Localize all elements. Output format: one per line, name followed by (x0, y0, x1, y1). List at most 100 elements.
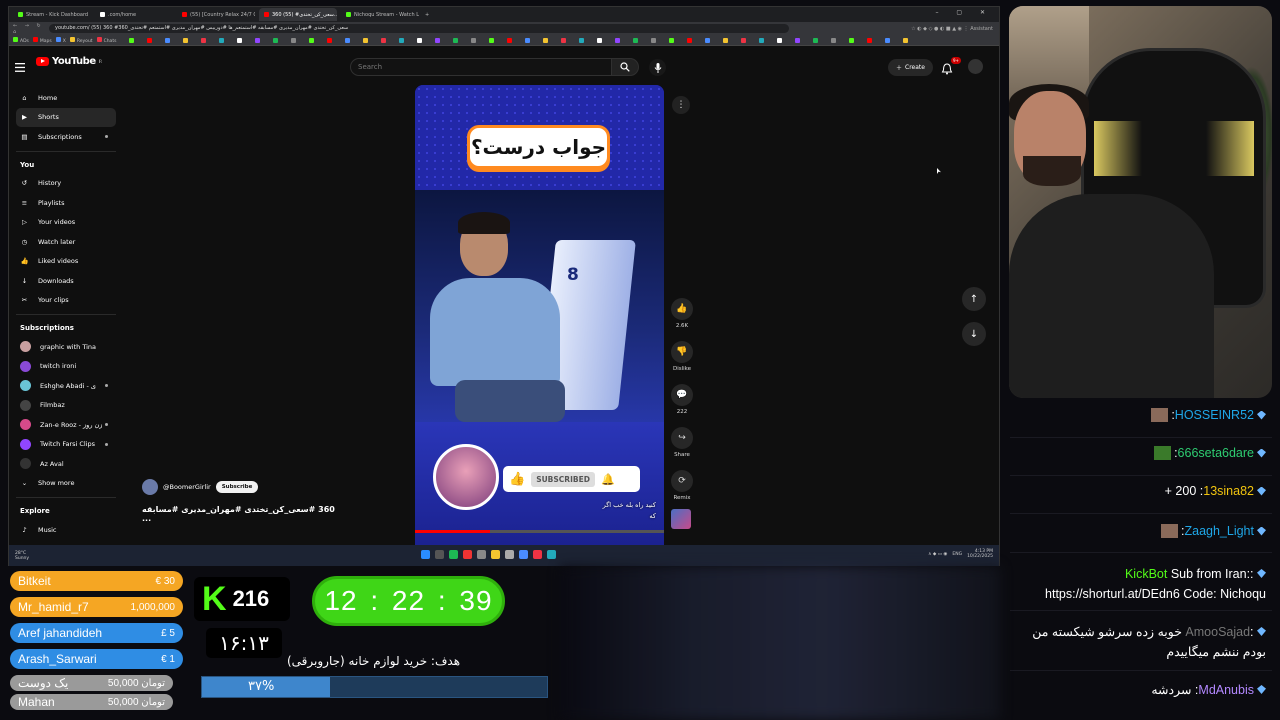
sidebar-subscription[interactable]: Twitch Farsi Clips (16, 435, 116, 455)
bookmark-favicon-icon[interactable] (705, 37, 711, 43)
chat-username[interactable]: 666seta6dare (1178, 446, 1254, 460)
bookmark-favicon-icon[interactable] (381, 37, 387, 43)
language-indicator[interactable]: ENG (952, 552, 962, 557)
bookmark-favicon-icon[interactable] (273, 37, 279, 43)
app-icon[interactable] (449, 550, 458, 559)
sidebar-item-subscriptions[interactable]: ▤ Subscriptions (16, 127, 116, 147)
nav-buttons[interactable]: ← → ↻ ⌂ (9, 23, 49, 35)
bookmark-favicon-icon[interactable] (309, 37, 315, 43)
bookmark-favicon-icon[interactable] (183, 37, 189, 43)
sidebar-item-your-videos[interactable]: ▷ Your videos (16, 213, 116, 233)
sidebar-item-liked-videos[interactable]: 👍 Liked videos (16, 252, 116, 272)
sidebar-item-home[interactable]: ⌂ Home (16, 88, 116, 108)
account-avatar[interactable] (968, 59, 983, 74)
bookmark-favicon-icon[interactable] (129, 37, 135, 43)
extensions-bar[interactable]: ☆ ◐ ◆ ◇ ● ◐ ■ ▲ ◉ ⋮ Assistant (789, 26, 999, 32)
system-tray[interactable]: ∧ ◆ ▭ ◉ ENG 4:13 PM 10/22/2025 (928, 549, 993, 559)
sidebar-item-downloads[interactable]: ↓ Downloads (16, 271, 116, 291)
bookmark-favicon-icon[interactable] (165, 37, 171, 43)
app-icon[interactable] (477, 550, 486, 559)
bookmark-item[interactable]: ADs (13, 36, 29, 44)
new-tab-button[interactable]: + (425, 12, 429, 18)
bookmark-favicon-icon[interactable] (255, 37, 261, 43)
chat-username[interactable]: Zaagh_Light (1184, 524, 1254, 538)
bookmark-favicon-icon[interactable] (885, 37, 891, 43)
search-button[interactable] (611, 58, 639, 76)
bookmark-item[interactable]: X (55, 36, 66, 44)
bookmark-favicon-icon[interactable] (651, 37, 657, 43)
bookmark-favicon-icon[interactable] (543, 37, 549, 43)
bookmark-favicon-icon[interactable] (723, 37, 729, 43)
video-title[interactable]: 360 #سعی_کن_تختدی #مهران_مدیری #مسابقه .… (142, 505, 342, 523)
sidebar-item-music[interactable]: ♪ Music (16, 520, 116, 540)
bookmark-favicon-icon[interactable] (525, 37, 531, 43)
bookmark-favicon-icon[interactable] (507, 37, 513, 43)
sidebar-item-shorts[interactable]: ▶ Shorts (16, 107, 116, 127)
sidebar-item-watch-later[interactable]: ◷ Watch later (16, 232, 116, 252)
shorts-video-player[interactable]: جواب درست؟ 8 👍 SUBSCRIBED 🔔 کنید راه بله… (415, 85, 664, 545)
start-icon[interactable] (421, 550, 430, 559)
bookmark-favicon-icon[interactable] (147, 37, 153, 43)
app-icon[interactable] (463, 550, 472, 559)
sidebar-section-subscriptions[interactable]: Subscriptions (16, 319, 116, 337)
create-button[interactable]: ＋ Create (888, 59, 933, 76)
bookmark-favicon-icon[interactable] (615, 37, 621, 43)
bookmark-favicon-icon[interactable] (759, 37, 765, 43)
channel-name[interactable]: @BoomerGirlir (163, 483, 211, 491)
sidebar-item-your-clips[interactable]: ✂ Your clips (16, 291, 116, 311)
browser-icon[interactable] (519, 550, 528, 559)
browser-tab[interactable]: 360 (55) #سعی_کن_تختدی... (259, 8, 337, 21)
bookmark-favicon-icon[interactable] (363, 37, 369, 43)
url-field[interactable]: youtube.com/ (55) 360 #سعی_کن_تختدی #مهر… (49, 24, 789, 33)
weather-widget[interactable]: 28°C Sunny (9, 551, 69, 561)
bookmark-favicon-icon[interactable] (777, 37, 783, 43)
youtube-logo[interactable]: YouTube IR (36, 56, 102, 67)
tray-icons[interactable]: ∧ ◆ ▭ ◉ (928, 552, 947, 557)
bookmark-favicon-icon[interactable] (831, 37, 837, 43)
clock-widget[interactable]: 4:13 PM 10/22/2025 (967, 549, 993, 559)
bookmark-favicon-icon[interactable] (489, 37, 495, 43)
bookmark-favicon-icon[interactable] (345, 37, 351, 43)
search-input[interactable]: Search (350, 58, 612, 76)
chat-username[interactable]: AmooSajad (1185, 625, 1250, 639)
bookmark-favicon-icon[interactable] (579, 37, 585, 43)
action-comments-button[interactable]: 💬 222 (668, 384, 696, 415)
bookmark-favicon-icon[interactable] (867, 37, 873, 43)
channel-avatar[interactable] (142, 479, 158, 495)
bookmark-favicon-icon[interactable] (633, 37, 639, 43)
remix-thumbnail[interactable] (671, 509, 691, 529)
bookmark-favicon-icon[interactable] (417, 37, 423, 43)
window-controls[interactable]: – ▢ ✕ (935, 9, 993, 16)
action-dislike-button[interactable]: 👎 Dislike (668, 341, 696, 372)
action-share-button[interactable]: ↪ Share (668, 427, 696, 458)
bookmark-favicon-icon[interactable] (291, 37, 297, 43)
bookmark-item[interactable]: Reyout (69, 36, 93, 44)
bookmark-favicon-icon[interactable] (741, 37, 747, 43)
chat-username[interactable]: MdAnubis (1198, 683, 1254, 697)
browser-tab[interactable]: Stream - Kick Dashboard (13, 8, 91, 21)
task-view-icon[interactable] (435, 550, 444, 559)
bookmark-favicon-icon[interactable] (597, 37, 603, 43)
sidebar-item-playlists[interactable]: ≡ Playlists (16, 193, 116, 213)
video-progress-bar[interactable] (415, 530, 664, 533)
chat-username[interactable]: HOSSEINR52 (1175, 408, 1254, 422)
bookmark-favicon-icon[interactable] (903, 37, 909, 43)
bookmark-favicon-icon[interactable] (399, 37, 405, 43)
bookmark-item[interactable]: Chats (96, 36, 116, 44)
browser-tab[interactable]: (55) [Country Relax 24/7 Co (177, 8, 255, 21)
bookmark-item[interactable]: Maps (32, 36, 52, 44)
sidebar-subscription[interactable]: Zan-e Rooz - زن روز (16, 415, 116, 435)
more-options-button[interactable]: ⋮ (672, 96, 690, 114)
chat-username[interactable]: KickBot (1125, 567, 1167, 581)
bookmark-favicon-icon[interactable] (669, 37, 675, 43)
sidebar-item-history[interactable]: ↺ History (16, 174, 116, 194)
action-like-button[interactable]: 👍 2.6K (668, 298, 696, 329)
sidebar-subscription[interactable]: Az Aval (16, 454, 116, 474)
previous-short-button[interactable]: ↑ (962, 287, 986, 311)
bookmark-favicon-icon[interactable] (219, 37, 225, 43)
show-more-button[interactable]: ⌄ Show more (16, 474, 116, 494)
subscribe-button[interactable]: Subscribe (215, 481, 259, 493)
bookmark-favicon-icon[interactable] (435, 37, 441, 43)
bookmark-favicon-icon[interactable] (687, 37, 693, 43)
bookmark-favicon-icon[interactable] (795, 37, 801, 43)
